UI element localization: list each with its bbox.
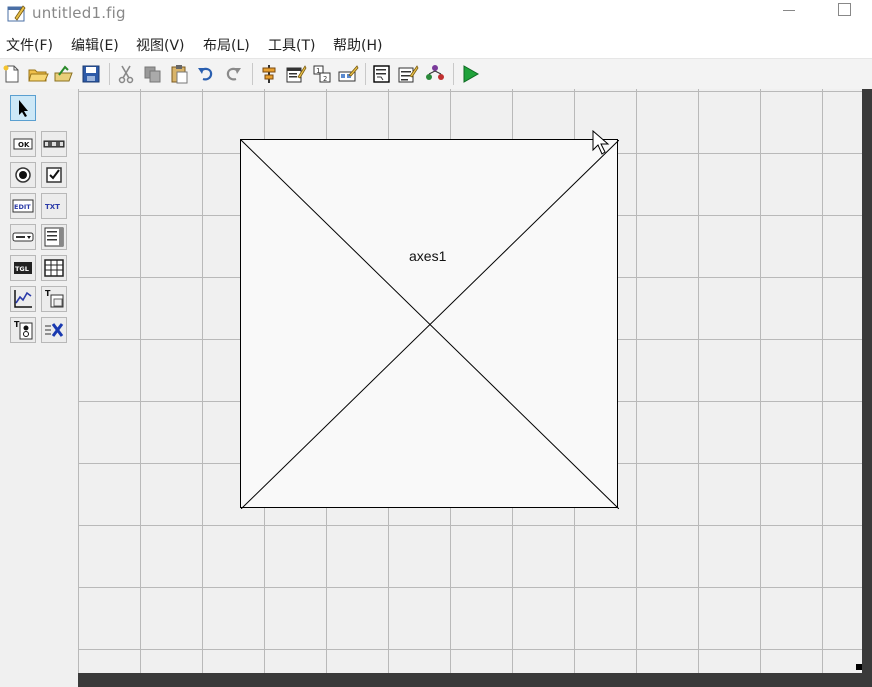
undo-icon[interactable]	[195, 63, 217, 85]
menu-editor-icon[interactable]	[285, 63, 307, 85]
paste-icon[interactable]	[168, 63, 190, 85]
canvas-right-border	[862, 89, 872, 687]
static-text-tool[interactable]: TXT	[41, 193, 67, 219]
axes-placeholder-cross	[241, 140, 619, 509]
cut-icon[interactable]	[115, 63, 137, 85]
popup-menu-tool[interactable]	[10, 224, 36, 250]
align-objects-icon[interactable]	[258, 63, 280, 85]
m-file-editor-icon[interactable]	[371, 63, 393, 85]
toolbar-separator	[109, 63, 110, 85]
window-title: untitled1.fig	[32, 4, 126, 22]
menu-bar: 文件(F) 编辑(E) 视图(V) 布局(L) 工具(T) 帮助(H)	[0, 30, 872, 57]
menu-view[interactable]: 视图(V)	[136, 35, 185, 55]
svg-text:EDIT: EDIT	[14, 203, 31, 211]
figure-resize-handle[interactable]	[856, 664, 862, 670]
menu-help[interactable]: 帮助(H)	[333, 35, 382, 55]
maximize-button[interactable]	[838, 3, 851, 16]
open-figure-icon[interactable]	[53, 63, 75, 85]
axes-tag-label: axes1	[409, 248, 447, 264]
svg-text:2: 2	[323, 75, 327, 83]
copy-icon[interactable]	[142, 63, 164, 85]
radio-button-tool[interactable]	[10, 162, 36, 188]
title-bar: untitled1.fig	[0, 0, 872, 28]
push-button-tool[interactable]: OK	[10, 131, 36, 157]
app-icon	[7, 3, 27, 23]
check-box-tool[interactable]	[41, 162, 67, 188]
redo-icon[interactable]	[222, 63, 244, 85]
menu-tools[interactable]: 工具(T)	[268, 35, 315, 55]
activex-control-tool[interactable]	[41, 317, 67, 343]
tab-order-editor-icon[interactable]: 12	[311, 63, 333, 85]
select-tool[interactable]	[10, 95, 36, 121]
component-palette: OK EDIT TXT TGL T T	[0, 89, 78, 687]
svg-text:T: T	[14, 320, 20, 329]
slider-tool[interactable]	[41, 131, 67, 157]
axes-tool[interactable]	[10, 286, 36, 312]
object-browser-icon[interactable]	[424, 63, 446, 85]
save-icon[interactable]	[80, 63, 102, 85]
run-figure-icon[interactable]	[459, 63, 481, 85]
toolbar-separator	[252, 63, 253, 85]
mouse-cursor-icon	[592, 129, 610, 156]
axes-component[interactable]: axes1	[240, 139, 619, 509]
open-file-icon[interactable]	[27, 63, 49, 85]
listbox-tool[interactable]	[41, 224, 67, 250]
button-group-tool[interactable]: T	[10, 317, 36, 343]
toolbar: 12	[0, 58, 872, 90]
panel-tool[interactable]: T	[41, 286, 67, 312]
toggle-button-tool[interactable]: TGL	[10, 255, 36, 281]
svg-text:T: T	[45, 289, 51, 298]
canvas-bottom-border	[78, 673, 872, 687]
table-tool[interactable]	[41, 255, 67, 281]
menu-file[interactable]: 文件(F)	[6, 35, 53, 55]
edit-text-tool[interactable]: EDIT	[10, 193, 36, 219]
svg-text:1: 1	[316, 67, 320, 75]
toolbar-separator	[365, 63, 366, 85]
toolbar-editor-icon[interactable]	[337, 63, 359, 85]
property-inspector-icon[interactable]	[397, 63, 419, 85]
menu-layout[interactable]: 布局(L)	[203, 35, 250, 55]
minimize-button[interactable]	[780, 0, 798, 24]
svg-text:OK: OK	[18, 141, 30, 149]
new-file-icon[interactable]	[1, 63, 23, 85]
svg-text:TGL: TGL	[15, 265, 29, 273]
menu-edit[interactable]: 编辑(E)	[71, 35, 119, 55]
svg-text:TXT: TXT	[45, 203, 60, 211]
toolbar-separator	[453, 63, 454, 85]
